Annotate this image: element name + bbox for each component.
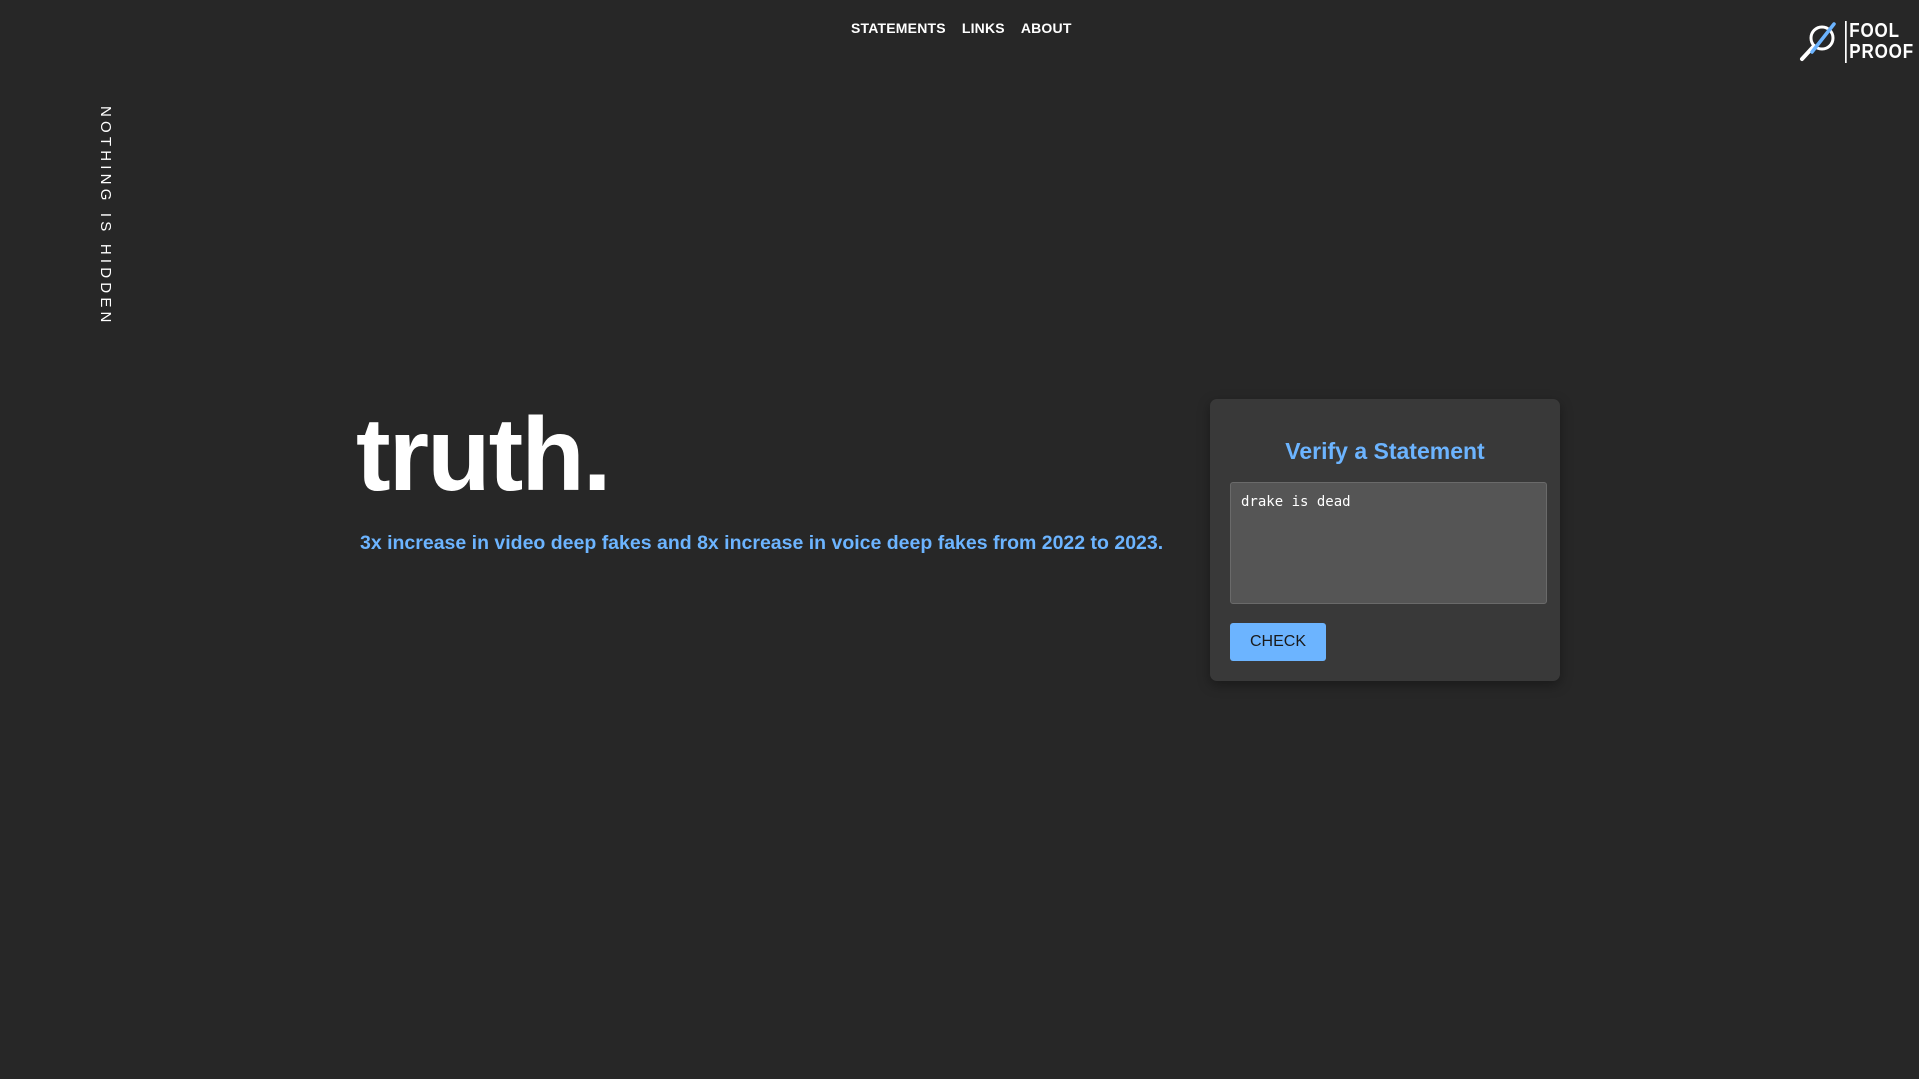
nav-link-statements[interactable]: STATEMENTS xyxy=(851,20,946,36)
logo-line-1: FOOL xyxy=(1849,20,1900,42)
hero-subtitle: 3x increase in video deep fakes and 8x i… xyxy=(360,532,1164,554)
verify-statement-card: Verify a Statement drake is dead CHECK xyxy=(1210,399,1560,681)
side-tagline: NOTHING IS HIDDEN xyxy=(97,106,114,327)
page: STATEMENTS LINKS ABOUT FOOL PROOF NOTHIN… xyxy=(0,0,1919,1079)
hero-title: truth. xyxy=(356,397,612,513)
top-nav: STATEMENTS LINKS ABOUT xyxy=(851,20,1072,36)
nav-link-links[interactable]: LINKS xyxy=(962,20,1005,36)
statement-input[interactable]: drake is dead xyxy=(1230,482,1547,604)
logo-wordmark: FOOL PROOF xyxy=(1845,21,1914,63)
verify-card-title: Verify a Statement xyxy=(1285,438,1485,464)
nav-link-about[interactable]: ABOUT xyxy=(1021,20,1072,36)
logo-line-2: PROOF xyxy=(1849,41,1914,63)
check-button[interactable]: CHECK xyxy=(1230,623,1326,661)
magnifier-slash-icon xyxy=(1798,20,1842,64)
brand-logo[interactable]: FOOL PROOF xyxy=(1798,18,1919,66)
